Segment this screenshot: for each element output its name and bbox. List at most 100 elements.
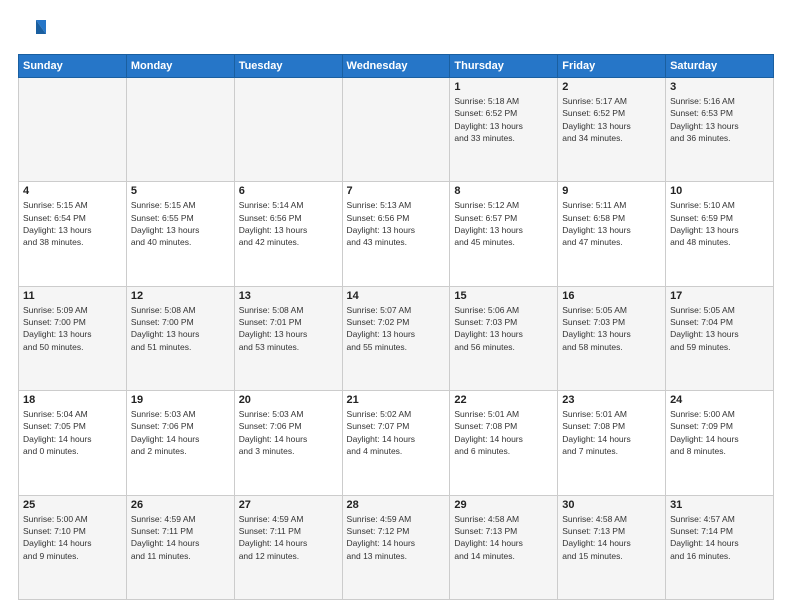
week-row-4: 18 Sunrise: 5:04 AM Sunset: 7:05 PM Dayli… — [19, 391, 774, 495]
day-info: Sunrise: 5:14 AM Sunset: 6:56 PM Dayligh… — [239, 199, 338, 248]
day-number: 28 — [347, 499, 446, 511]
day-info: Sunrise: 5:12 AM Sunset: 6:57 PM Dayligh… — [454, 199, 553, 248]
calendar-cell: 20Sunrise: 5:03 AM Sunset: 7:06 PM Dayli… — [234, 391, 342, 495]
calendar-cell: 8 Sunrise: 5:12 AM Sunset: 6:57 PM Daylig… — [450, 182, 558, 286]
day-info: Sunrise: 5:03 AM Sunset: 7:06 PM Dayligh… — [131, 408, 230, 457]
calendar-cell: 14 Sunrise: 5:07 AM Sunset: 7:02 PM Dayli… — [342, 286, 450, 390]
day-number: 7 — [347, 185, 446, 197]
day-info: Sunrise: 5:09 AM Sunset: 7:00 PM Dayligh… — [23, 304, 122, 353]
day-info: Sunrise: 5:05 AM Sunset: 7:03 PM Dayligh… — [562, 304, 661, 353]
calendar-cell: 27Sunrise: 4:59 AM Sunset: 7:11 PM Dayli… — [234, 495, 342, 599]
day-info: Sunrise: 5:04 AM Sunset: 7:05 PM Dayligh… — [23, 408, 122, 457]
day-info: Sunrise: 5:01 AM Sunset: 7:08 PM Dayligh… — [454, 408, 553, 457]
calendar-cell: 7 Sunrise: 5:13 AM Sunset: 6:56 PM Daylig… — [342, 182, 450, 286]
header — [18, 16, 774, 44]
day-info: Sunrise: 5:03 AM Sunset: 7:06 PM Dayligh… — [239, 408, 338, 457]
day-info: Sunrise: 4:59 AM Sunset: 7:12 PM Dayligh… — [347, 513, 446, 562]
calendar-cell: 1 Sunrise: 5:18 AM Sunset: 6:52 PM Daylig… — [450, 78, 558, 182]
day-info: Sunrise: 4:58 AM Sunset: 7:13 PM Dayligh… — [562, 513, 661, 562]
day-info: Sunrise: 5:13 AM Sunset: 6:56 PM Dayligh… — [347, 199, 446, 248]
calendar-cell: 21 Sunrise: 5:02 AM Sunset: 7:07 PM Dayli… — [342, 391, 450, 495]
week-row-5: 25 Sunrise: 5:00 AM Sunset: 7:10 PM Dayli… — [19, 495, 774, 599]
day-info: Sunrise: 5:11 AM Sunset: 6:58 PM Dayligh… — [562, 199, 661, 248]
calendar-cell: 6 Sunrise: 5:14 AM Sunset: 6:56 PM Daylig… — [234, 182, 342, 286]
calendar-cell: 12 Sunrise: 5:08 AM Sunset: 7:00 PM Dayli… — [126, 286, 234, 390]
week-row-3: 11Sunrise: 5:09 AM Sunset: 7:00 PM Dayli… — [19, 286, 774, 390]
calendar-cell: 16 Sunrise: 5:05 AM Sunset: 7:03 PM Dayli… — [558, 286, 666, 390]
weekday-header-friday: Friday — [558, 55, 666, 78]
day-info: Sunrise: 5:05 AM Sunset: 7:04 PM Dayligh… — [670, 304, 769, 353]
day-number: 31 — [670, 499, 769, 511]
day-number: 18 — [23, 394, 122, 406]
day-number: 8 — [454, 185, 553, 197]
day-number: 30 — [562, 499, 661, 511]
calendar-cell: 3Sunrise: 5:16 AM Sunset: 6:53 PM Daylig… — [666, 78, 774, 182]
day-number: 10 — [670, 185, 769, 197]
calendar-cell: 18 Sunrise: 5:04 AM Sunset: 7:05 PM Dayli… — [19, 391, 127, 495]
weekday-header-row: SundayMondayTuesdayWednesdayThursdayFrid… — [19, 55, 774, 78]
day-number: 23 — [562, 394, 661, 406]
day-info: Sunrise: 5:06 AM Sunset: 7:03 PM Dayligh… — [454, 304, 553, 353]
calendar-cell: 9 Sunrise: 5:11 AM Sunset: 6:58 PM Daylig… — [558, 182, 666, 286]
page: SundayMondayTuesdayWednesdayThursdayFrid… — [0, 0, 792, 612]
day-number: 22 — [454, 394, 553, 406]
day-number: 5 — [131, 185, 230, 197]
day-info: Sunrise: 5:08 AM Sunset: 7:00 PM Dayligh… — [131, 304, 230, 353]
calendar-cell: 28 Sunrise: 4:59 AM Sunset: 7:12 PM Dayli… — [342, 495, 450, 599]
day-number: 6 — [239, 185, 338, 197]
day-number: 16 — [562, 290, 661, 302]
day-number: 25 — [23, 499, 122, 511]
calendar-cell: 19Sunrise: 5:03 AM Sunset: 7:06 PM Dayli… — [126, 391, 234, 495]
calendar-cell: 11Sunrise: 5:09 AM Sunset: 7:00 PM Dayli… — [19, 286, 127, 390]
calendar-cell — [19, 78, 127, 182]
calendar-cell — [234, 78, 342, 182]
calendar-cell: 30 Sunrise: 4:58 AM Sunset: 7:13 PM Dayli… — [558, 495, 666, 599]
calendar-cell: 13Sunrise: 5:08 AM Sunset: 7:01 PM Dayli… — [234, 286, 342, 390]
logo — [18, 16, 50, 44]
day-info: Sunrise: 5:00 AM Sunset: 7:10 PM Dayligh… — [23, 513, 122, 562]
day-info: Sunrise: 5:00 AM Sunset: 7:09 PM Dayligh… — [670, 408, 769, 457]
calendar-cell: 15Sunrise: 5:06 AM Sunset: 7:03 PM Dayli… — [450, 286, 558, 390]
day-number: 21 — [347, 394, 446, 406]
week-row-1: 1 Sunrise: 5:18 AM Sunset: 6:52 PM Daylig… — [19, 78, 774, 182]
day-number: 17 — [670, 290, 769, 302]
day-info: Sunrise: 4:57 AM Sunset: 7:14 PM Dayligh… — [670, 513, 769, 562]
calendar-cell: 24 Sunrise: 5:00 AM Sunset: 7:09 PM Dayli… — [666, 391, 774, 495]
day-info: Sunrise: 5:18 AM Sunset: 6:52 PM Dayligh… — [454, 95, 553, 144]
day-number: 13 — [239, 290, 338, 302]
day-number: 14 — [347, 290, 446, 302]
day-info: Sunrise: 5:15 AM Sunset: 6:55 PM Dayligh… — [131, 199, 230, 248]
calendar-cell: 26Sunrise: 4:59 AM Sunset: 7:11 PM Dayli… — [126, 495, 234, 599]
day-number: 9 — [562, 185, 661, 197]
day-info: Sunrise: 5:16 AM Sunset: 6:53 PM Dayligh… — [670, 95, 769, 144]
day-info: Sunrise: 5:15 AM Sunset: 6:54 PM Dayligh… — [23, 199, 122, 248]
calendar-cell: 10 Sunrise: 5:10 AM Sunset: 6:59 PM Dayli… — [666, 182, 774, 286]
logo-icon — [18, 16, 46, 44]
day-number: 1 — [454, 81, 553, 93]
calendar-cell: 25 Sunrise: 5:00 AM Sunset: 7:10 PM Dayli… — [19, 495, 127, 599]
calendar-cell — [126, 78, 234, 182]
calendar-cell: 5 Sunrise: 5:15 AM Sunset: 6:55 PM Daylig… — [126, 182, 234, 286]
day-number: 4 — [23, 185, 122, 197]
day-number: 2 — [562, 81, 661, 93]
week-row-2: 4 Sunrise: 5:15 AM Sunset: 6:54 PM Daylig… — [19, 182, 774, 286]
day-info: Sunrise: 5:02 AM Sunset: 7:07 PM Dayligh… — [347, 408, 446, 457]
day-number: 29 — [454, 499, 553, 511]
calendar-cell: 22 Sunrise: 5:01 AM Sunset: 7:08 PM Dayli… — [450, 391, 558, 495]
day-info: Sunrise: 5:01 AM Sunset: 7:08 PM Dayligh… — [562, 408, 661, 457]
weekday-header-monday: Monday — [126, 55, 234, 78]
weekday-header-saturday: Saturday — [666, 55, 774, 78]
day-info: Sunrise: 4:59 AM Sunset: 7:11 PM Dayligh… — [131, 513, 230, 562]
day-info: Sunrise: 5:10 AM Sunset: 6:59 PM Dayligh… — [670, 199, 769, 248]
weekday-header-sunday: Sunday — [19, 55, 127, 78]
day-info: Sunrise: 5:07 AM Sunset: 7:02 PM Dayligh… — [347, 304, 446, 353]
calendar: SundayMondayTuesdayWednesdayThursdayFrid… — [18, 54, 774, 600]
day-number: 12 — [131, 290, 230, 302]
weekday-header-thursday: Thursday — [450, 55, 558, 78]
calendar-cell: 17 Sunrise: 5:05 AM Sunset: 7:04 PM Dayli… — [666, 286, 774, 390]
weekday-header-tuesday: Tuesday — [234, 55, 342, 78]
calendar-cell: 4 Sunrise: 5:15 AM Sunset: 6:54 PM Daylig… — [19, 182, 127, 286]
day-number: 24 — [670, 394, 769, 406]
calendar-cell: 23 Sunrise: 5:01 AM Sunset: 7:08 PM Dayli… — [558, 391, 666, 495]
day-info: Sunrise: 5:17 AM Sunset: 6:52 PM Dayligh… — [562, 95, 661, 144]
